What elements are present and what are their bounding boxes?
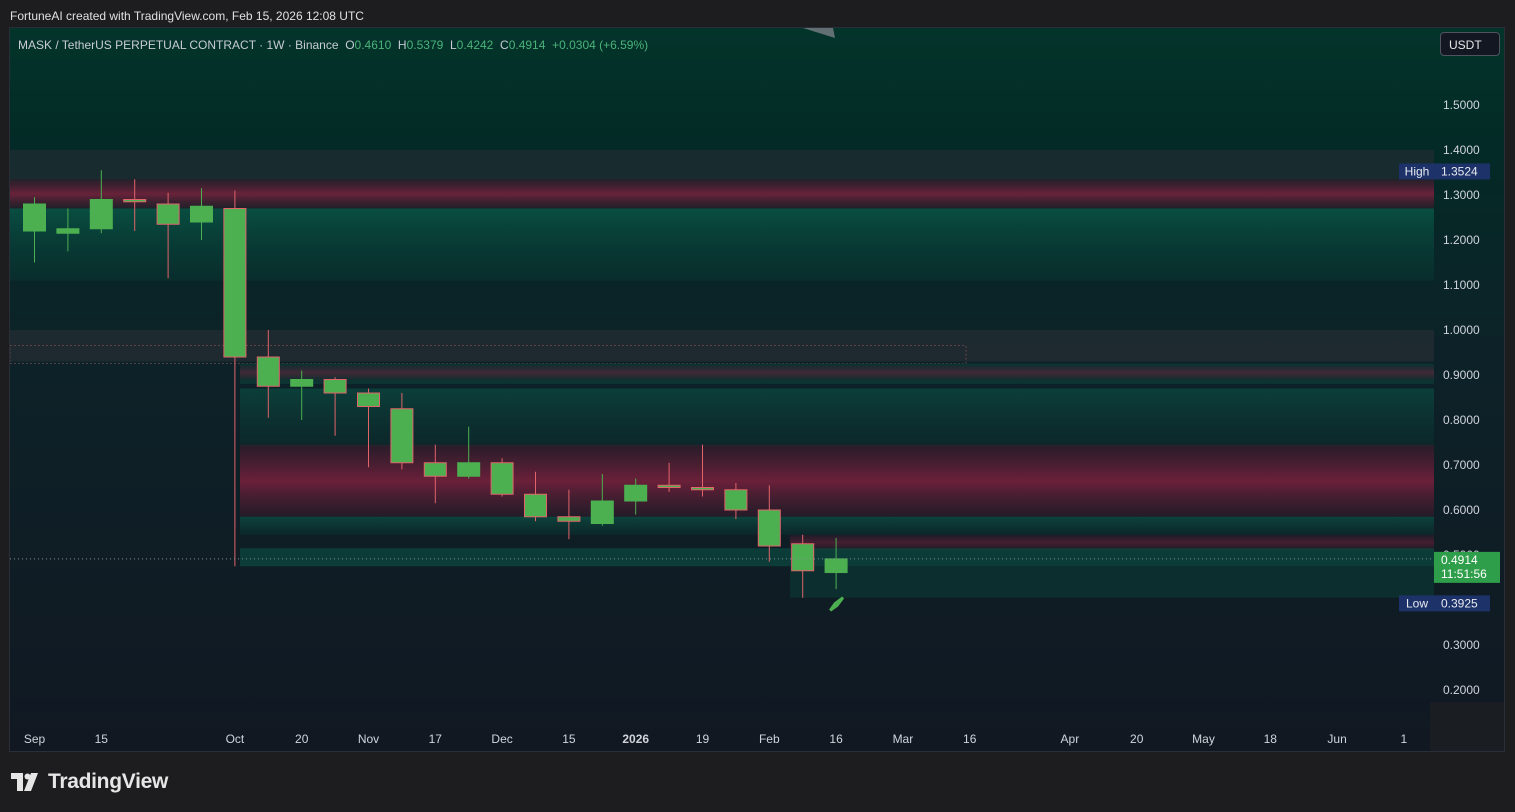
brand-name: TradingView (48, 770, 169, 793)
x-tick-label: Oct (226, 732, 245, 746)
high-marker-tag-text: High (1405, 164, 1430, 178)
candle-body (524, 493, 547, 518)
y-tick-label: 1.4000 (1443, 143, 1480, 157)
candle-body (724, 489, 748, 511)
low-marker-tag-text: Low (1406, 596, 1428, 610)
supply-zone (790, 534, 1434, 551)
candle-body (190, 205, 213, 223)
candle-body (490, 462, 514, 495)
x-tick-label: 2026 (622, 732, 649, 746)
tradingview-logo-icon (11, 773, 38, 791)
y-tick-label: 0.9000 (1443, 368, 1480, 382)
close-value: 0.4914 (508, 38, 546, 52)
close-label: C (500, 38, 509, 52)
low-marker-value-text: 0.3925 (1441, 596, 1478, 610)
axis-corner (1430, 702, 1504, 751)
y-tick-label: 1.3000 (1443, 188, 1480, 202)
supply-zone (240, 366, 1434, 380)
y-tick-label: 0.3000 (1443, 638, 1480, 652)
x-tick-label: Feb (759, 732, 780, 746)
symbol-label: MASK / TetherUS PERPETUAL CONTRACT · 1W … (18, 38, 339, 52)
x-tick-label: Jun (1327, 732, 1346, 746)
open-value: 0.4610 (354, 38, 392, 52)
y-tick-label: 1.0000 (1443, 323, 1480, 337)
x-tick-label: 18 (1264, 732, 1278, 746)
candle-body (557, 516, 581, 522)
x-tick-label: 15 (562, 732, 576, 746)
range-band (10, 150, 1434, 180)
x-tick-label: Apr (1061, 732, 1080, 746)
demand-zone (240, 388, 1434, 447)
candle-body (56, 228, 80, 234)
candle-body (457, 462, 481, 477)
x-tick-label: 16 (829, 732, 843, 746)
candle-body (624, 484, 648, 502)
y-tick-label: 1.1000 (1443, 278, 1480, 292)
low-label: L (449, 38, 457, 52)
chart-frame[interactable]: 0.20000.30000.40000.50000.60000.70000.80… (9, 27, 1505, 752)
y-tick-label: 0.7000 (1443, 458, 1480, 472)
x-tick-label: Nov (358, 732, 379, 746)
high-label: H (397, 38, 407, 52)
x-tick-label: 16 (963, 732, 977, 746)
supply-zone (10, 179, 1434, 209)
high-value: 0.5379 (406, 38, 444, 52)
x-tick-label: 20 (1130, 732, 1144, 746)
candle-body (657, 484, 681, 488)
candle-body (89, 199, 113, 230)
candle-body (423, 462, 447, 477)
candle-body (824, 558, 848, 574)
y-tick-label: 0.6000 (1443, 503, 1480, 517)
x-tick-label: Mar (893, 732, 914, 746)
x-tick-label: May (1192, 732, 1215, 746)
x-tick-label: 1 (1401, 732, 1408, 746)
currency-button[interactable]: USDT (1440, 32, 1500, 56)
candle-body (691, 487, 714, 491)
x-tick-label: 19 (696, 732, 710, 746)
candle-body (357, 392, 380, 407)
low-value: 0.4242 (456, 38, 494, 52)
change-value: +0.0304 (+6.59%) (552, 38, 649, 52)
demand-zone (240, 516, 1434, 535)
y-tick-label: 0.8000 (1443, 413, 1480, 427)
y-tick-label: 1.5000 (1443, 98, 1480, 112)
countdown-text: 11:51:56 (1441, 567, 1487, 581)
high-marker-value-text: 1.3524 (1441, 164, 1478, 178)
chart-legend: MASK / TetherUS PERPETUAL CONTRACT · 1W … (18, 38, 648, 52)
candle-body (223, 208, 247, 358)
last-price-text: 0.4914 (1441, 553, 1478, 567)
x-tick-label: Dec (491, 732, 512, 746)
candle-body (23, 203, 46, 232)
tradingview-logo[interactable]: TradingView (11, 770, 168, 794)
candle-body (757, 509, 781, 547)
supply-zone (240, 444, 1434, 517)
open-label: O (345, 38, 355, 52)
candle-body (156, 203, 180, 225)
demand-zone (790, 566, 1434, 598)
candle-body (123, 199, 147, 203)
candle-body (590, 500, 614, 524)
y-tick-label: 0.2000 (1443, 683, 1480, 697)
candle-body (791, 543, 815, 572)
candle-body (323, 379, 347, 394)
x-tick-label: 20 (295, 732, 309, 746)
candle-body (290, 379, 314, 387)
x-tick-label: 15 (95, 732, 109, 746)
x-tick-label: Sep (24, 732, 46, 746)
x-tick-label: 17 (429, 732, 443, 746)
candle-body (256, 356, 280, 387)
attribution-text: FortuneAI created with TradingView.com, … (10, 9, 364, 23)
candle-body (390, 408, 414, 464)
y-tick-label: 1.2000 (1443, 233, 1480, 247)
price-chart[interactable]: 0.20000.30000.40000.50000.60000.70000.80… (10, 28, 1505, 752)
